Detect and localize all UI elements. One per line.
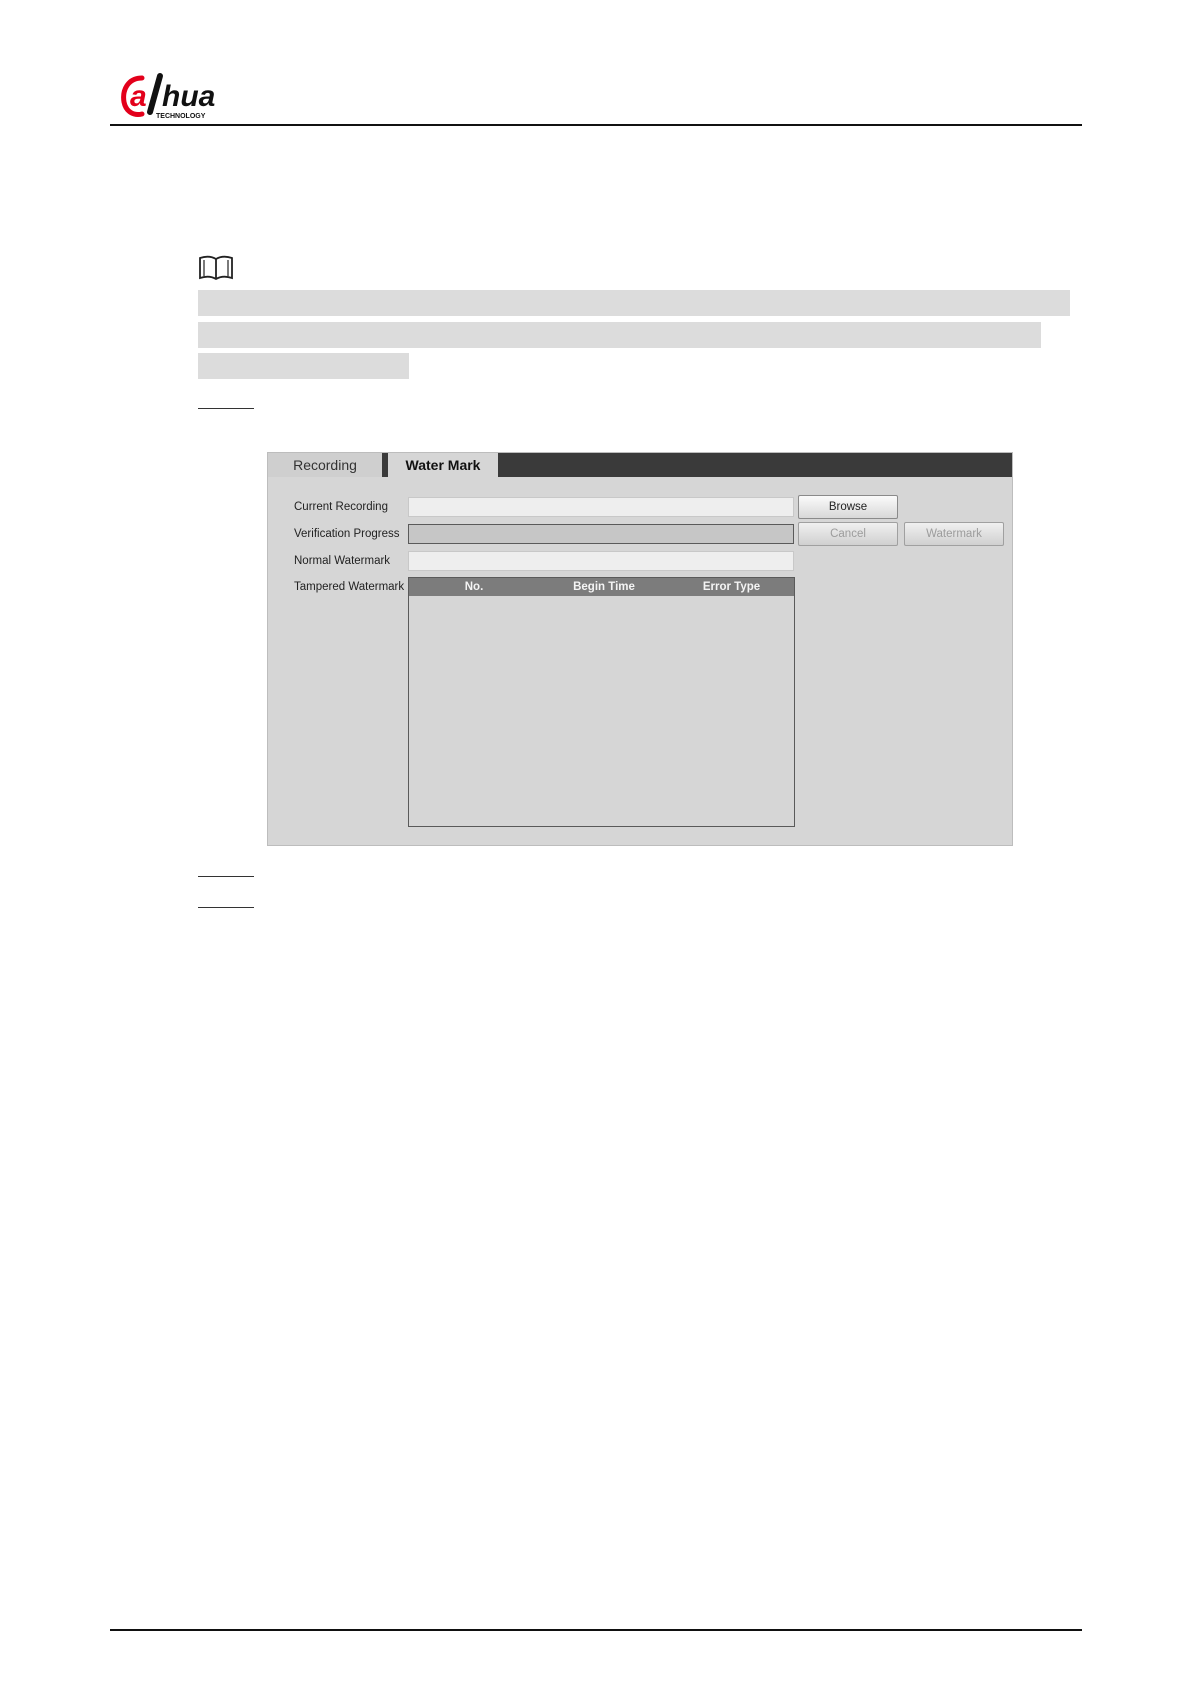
tab-recording[interactable]: Recording <box>268 453 382 477</box>
dahua-logo: a hua TECHNOLOGY <box>120 72 260 120</box>
step-marker <box>198 876 254 877</box>
normal-watermark-field[interactable] <box>408 551 794 571</box>
redacted-text-line <box>198 322 1041 348</box>
step-marker <box>198 408 254 409</box>
watermark-button[interactable]: Watermark <box>904 522 1004 546</box>
header-rule <box>110 124 1082 126</box>
column-header-begin-time: Begin Time <box>573 581 635 593</box>
redacted-text-line <box>198 353 409 379</box>
column-header-no: No. <box>464 581 484 593</box>
cancel-button[interactable]: Cancel <box>798 522 898 546</box>
tab-water-mark[interactable]: Water Mark <box>388 453 498 477</box>
svg-text:a: a <box>130 80 147 113</box>
current-recording-label: Current Recording <box>294 501 388 513</box>
normal-watermark-label: Normal Watermark <box>294 555 391 567</box>
current-recording-field[interactable] <box>408 497 794 517</box>
tampered-watermark-label: Tampered Watermark <box>294 581 405 593</box>
table-header: No. Begin Time Error Type <box>409 578 794 596</box>
dahua-logo-graphic: a hua TECHNOLOGY <box>121 73 215 120</box>
tampered-watermark-table: No. Begin Time Error Type <box>408 577 795 827</box>
watermark-screen: Recording Water Mark Current Recording B… <box>267 452 1013 846</box>
verification-progress-bar <box>408 524 794 544</box>
svg-text:TECHNOLOGY: TECHNOLOGY <box>156 113 206 120</box>
verification-progress-label: Verification Progress <box>294 528 400 540</box>
column-header-error-type: Error Type <box>702 581 761 593</box>
browse-button[interactable]: Browse <box>798 495 898 519</box>
book-note-icon <box>198 254 234 282</box>
tab-bar: Recording Water Mark <box>268 453 1012 477</box>
step-marker <box>198 907 254 908</box>
footer-rule <box>110 1629 1082 1631</box>
redacted-text-line <box>198 290 1070 316</box>
svg-text:hua: hua <box>162 80 215 113</box>
